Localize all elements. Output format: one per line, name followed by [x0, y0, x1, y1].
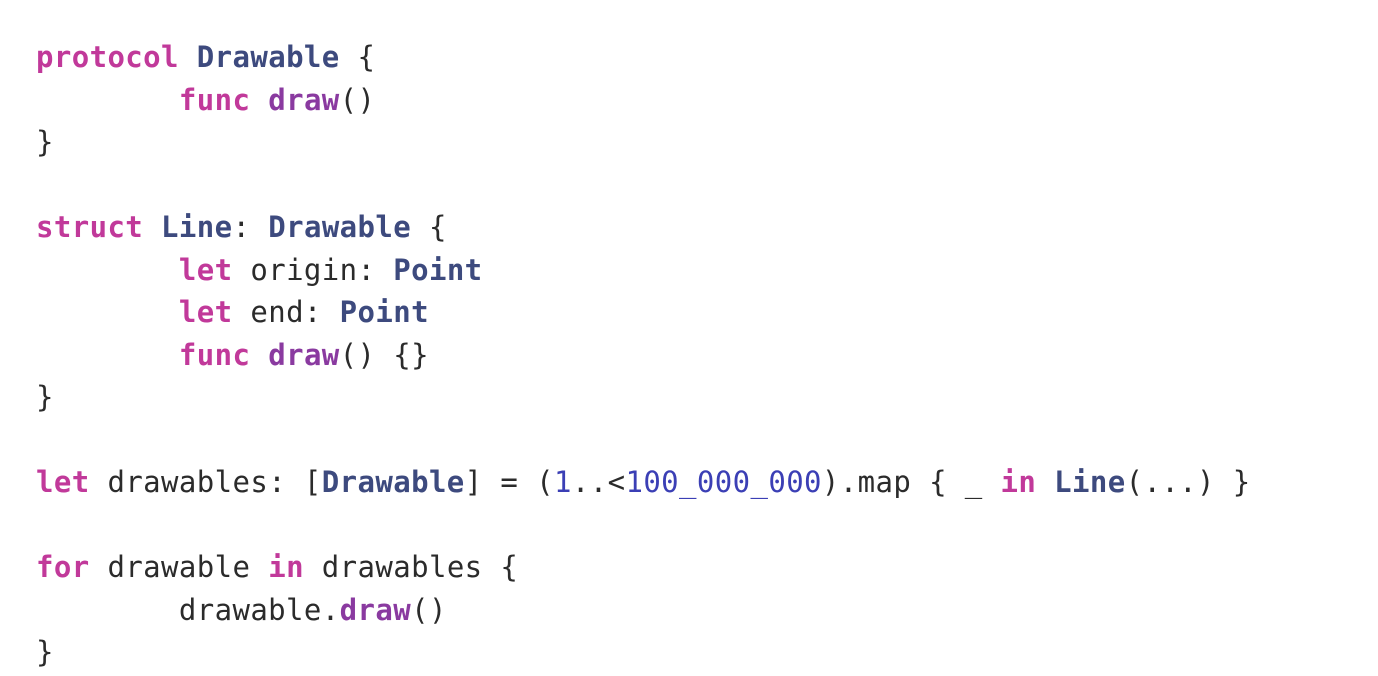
- code-text: :: [232, 210, 269, 244]
- code-text: drawable: [89, 550, 269, 584]
- type-token: Point: [393, 252, 483, 287]
- number-token: 100_000_000: [625, 465, 822, 499]
- code-line: ​: [36, 164, 1251, 207]
- code-text: (): [411, 592, 447, 627]
- code-text: }: [36, 380, 54, 414]
- code-text: }: [36, 635, 54, 669]
- keyword-token: let: [178, 295, 233, 329]
- code-text: (): [339, 82, 376, 117]
- keyword-token: struct: [36, 210, 144, 244]
- code-line: let end: Point: [36, 291, 1251, 334]
- code-text: {: [339, 40, 376, 74]
- code-text: () {}: [339, 337, 429, 372]
- type-token: Drawable: [196, 40, 340, 74]
- code-line: let drawables: [Drawable] = (1..<100_000…: [36, 461, 1251, 504]
- code-block: protocol Drawable { func draw()}​struct …: [36, 36, 1251, 674]
- function-token: draw: [268, 82, 340, 117]
- number-token: 1: [553, 465, 572, 499]
- code-text: (...) }: [1125, 465, 1251, 499]
- code-view: protocol Drawable { func draw()}​struct …: [0, 0, 1378, 676]
- code-text: end:: [232, 295, 340, 329]
- code-line: }: [36, 376, 1251, 419]
- keyword-token: func: [178, 82, 251, 117]
- code-text: ).map { _: [821, 465, 1001, 499]
- type-token: Line: [1054, 465, 1126, 499]
- keyword-token: for: [36, 550, 90, 584]
- code-line: }: [36, 121, 1251, 164]
- code-line: for drawable in drawables {: [36, 546, 1251, 589]
- keyword-token: func: [178, 337, 251, 372]
- code-text: ..<: [571, 465, 626, 499]
- code-line: drawable.draw(): [36, 589, 1251, 632]
- keyword-token: let: [36, 465, 90, 499]
- type-token: Drawable: [321, 465, 465, 499]
- code-text: drawables: [: [89, 465, 322, 499]
- code-text: }: [36, 125, 54, 159]
- code-text: {: [411, 210, 447, 244]
- code-text: drawables {: [303, 550, 519, 584]
- code-line: func draw() {}: [36, 334, 1251, 377]
- code-line: let origin: Point: [36, 249, 1251, 292]
- code-text: origin:: [232, 252, 394, 287]
- code-line: ​: [36, 419, 1251, 462]
- type-token: Point: [339, 295, 429, 329]
- function-token: draw: [268, 337, 340, 372]
- keyword-token: let: [178, 252, 233, 287]
- keyword-token: protocol: [36, 40, 179, 74]
- code-text: drawable.: [36, 592, 340, 627]
- code-line: protocol Drawable {: [36, 36, 1251, 79]
- function-token: draw: [339, 592, 412, 627]
- type-token: Line: [161, 210, 233, 244]
- code-line: struct Line: Drawable {: [36, 206, 1251, 249]
- keyword-token: in: [268, 550, 304, 584]
- type-token: Drawable: [268, 210, 412, 244]
- code-line: }: [36, 631, 1251, 674]
- keyword-token: in: [1000, 465, 1037, 499]
- code-line: ​: [36, 504, 1251, 547]
- code-text: ] = (: [464, 465, 554, 499]
- code-line: func draw(): [36, 79, 1251, 122]
